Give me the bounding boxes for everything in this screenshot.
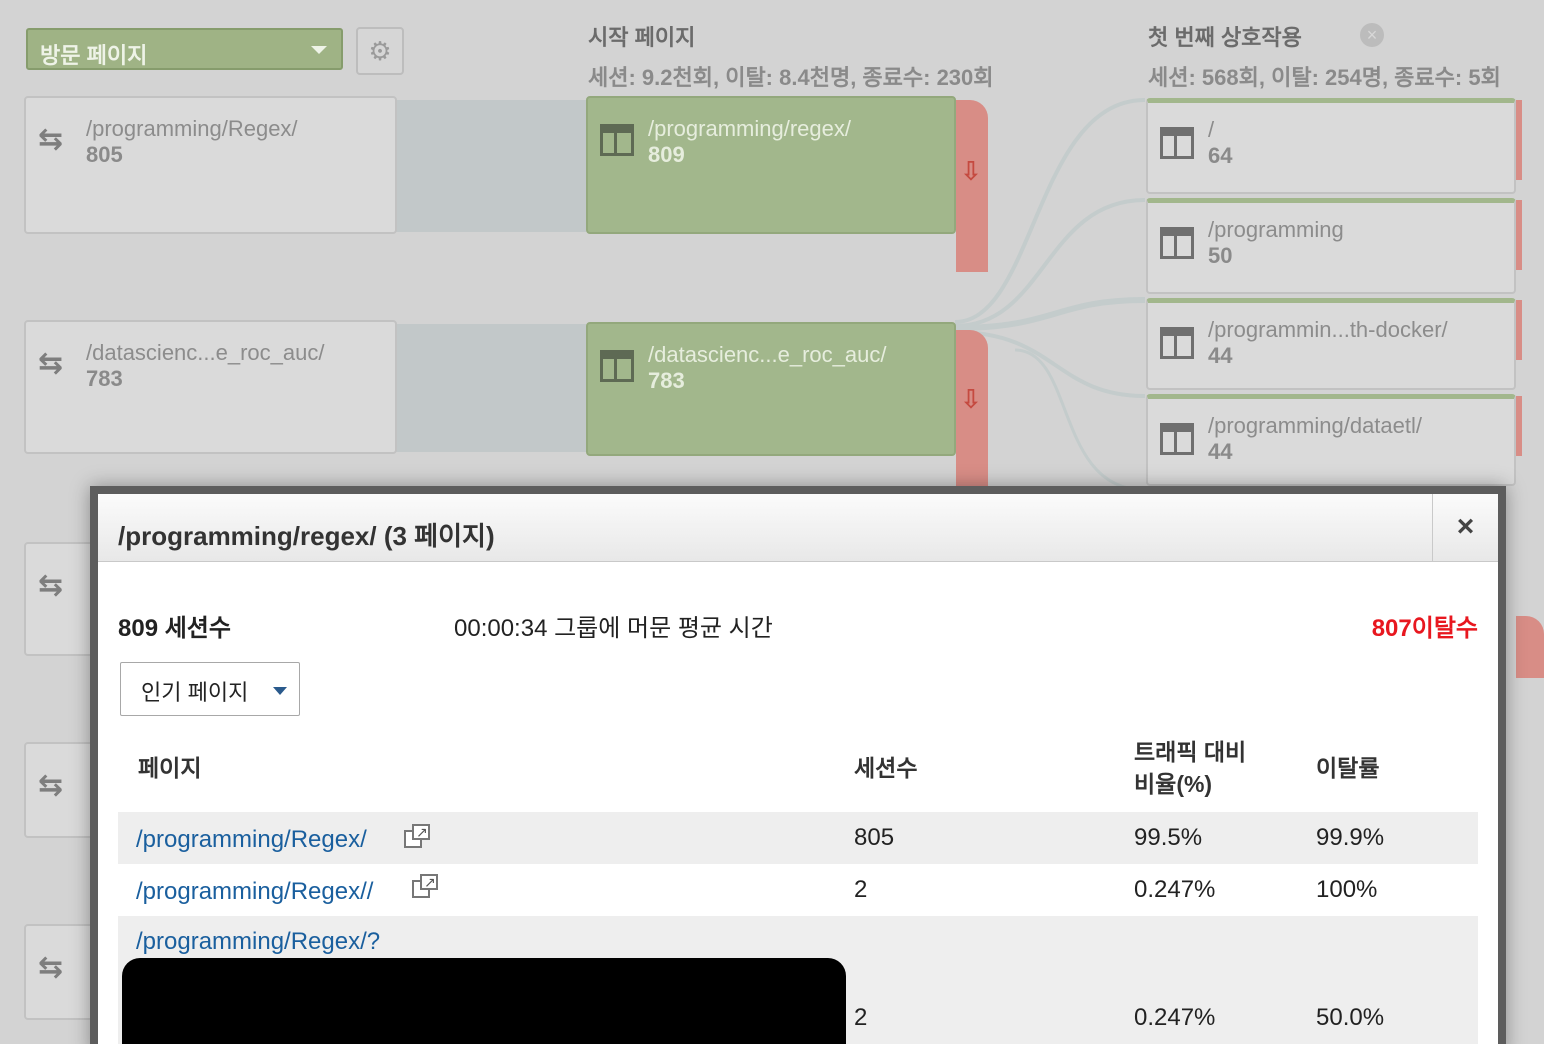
dropoff-arrow-icon: ⇩	[960, 384, 982, 414]
page-group-icon	[600, 124, 634, 156]
dimension-select[interactable]: 방문 페이지	[26, 28, 343, 70]
page-group-icon	[1160, 227, 1194, 259]
avg-time-stat: 00:00:34 그룹에 머문 평균 시간	[454, 615, 773, 642]
dropoff-bar[interactable]	[1516, 396, 1522, 456]
table-row: /programming/Regex/ ↗ 805 99.5% 99.9%	[118, 812, 1478, 864]
close-button[interactable]: ×	[1432, 494, 1498, 562]
shuffle-arrows-icon: ⇆	[38, 347, 64, 380]
close-icon: ×	[1456, 510, 1475, 543]
settings-button[interactable]: ⚙	[356, 27, 404, 75]
col-header-page[interactable]: 페이지	[138, 752, 201, 784]
page-group-icon	[600, 350, 634, 382]
node-value: 44	[1208, 343, 1233, 368]
exit-rate-value: 100%	[1316, 876, 1378, 903]
shuffle-arrows-icon: ⇆	[38, 951, 64, 984]
node-label: /programming/regex/	[648, 116, 851, 141]
start-page-node[interactable]: /datascienc...e_roc_auc/ 783	[586, 322, 956, 456]
page-link[interactable]: /programming/Regex/	[136, 826, 367, 854]
node-label: /programming/dataetl/	[1208, 413, 1422, 438]
node-value: 64	[1208, 143, 1233, 168]
node-label: /	[1208, 117, 1215, 142]
redaction-block	[122, 958, 846, 1044]
traffic-value: 99.5%	[1134, 824, 1203, 851]
node-value: 50	[1208, 243, 1233, 268]
node-value: 805	[86, 142, 123, 167]
column-subtitle: 세션: 9.2천회, 이탈: 8.4천명, 종료수: 230회	[588, 65, 994, 90]
column-title: 시작 페이지	[588, 25, 696, 50]
table-row: /programming/Regex// ↗ 2 0.247% 100%	[118, 864, 1478, 916]
col-header-traffic-line2: 비율(%)	[1134, 771, 1213, 797]
node-label: /programming/Regex/	[86, 116, 298, 141]
column-subtitle: 세션: 568회, 이탈: 254명, 종료수: 5회	[1148, 65, 1501, 90]
column-header-interaction: 첫 번째 상호작용 세션: 568회, 이탈: 254명, 종료수: 5회	[1148, 20, 1501, 92]
dimension-select-label: 방문 페이지	[40, 43, 148, 68]
shuffle-arrows-icon: ⇆	[38, 569, 64, 602]
column-title: 첫 번째 상호작용	[1148, 25, 1302, 50]
page-group-icon	[1160, 127, 1194, 159]
node-value: 783	[648, 368, 685, 393]
interaction-node[interactable]: / 64	[1146, 98, 1516, 194]
dropoff-bar[interactable]	[1516, 200, 1522, 270]
node-label: /programmin...th-docker/	[1208, 317, 1448, 342]
exit-rate-value: 50.0%	[1316, 1004, 1385, 1031]
interaction-node[interactable]: /programming/dataetl/ 44	[1146, 394, 1516, 486]
column-header-start: 시작 페이지 세션: 9.2천회, 이탈: 8.4천명, 종료수: 230회	[588, 20, 994, 92]
dropoff-bar[interactable]	[1516, 300, 1522, 360]
page-group-icon	[1160, 327, 1194, 359]
dropoff-bar[interactable]: ⇩	[956, 330, 988, 490]
connection-band[interactable]	[396, 324, 586, 452]
pages-dropdown[interactable]: 인기 페이지	[120, 662, 300, 716]
chevron-down-icon	[311, 46, 327, 54]
node-label: /programming	[1208, 217, 1344, 242]
dropoff-bar[interactable]	[1516, 100, 1522, 180]
sessions-value: 2	[854, 1004, 868, 1031]
col-header-traffic-line1: 트래픽 대비	[1134, 739, 1247, 765]
dropoff-bar[interactable]	[1516, 616, 1544, 678]
traffic-value: 0.247%	[1134, 876, 1216, 903]
dropoff-bar[interactable]: ⇩	[956, 100, 988, 272]
open-external-icon[interactable]: ↗	[412, 874, 438, 898]
dialog-title: /programming/regex/ (3 페이지)	[118, 521, 495, 551]
open-external-icon[interactable]: ↗	[404, 824, 430, 848]
dropoff-arrow-icon: ⇩	[960, 156, 982, 186]
landing-node[interactable]: ⇆ /programming/Regex/ 805	[24, 96, 397, 234]
gear-icon: ⚙	[368, 36, 392, 66]
chevron-down-icon	[273, 687, 287, 695]
node-value: 809	[648, 142, 685, 167]
node-value: 44	[1208, 439, 1233, 464]
page-link[interactable]: /programming/Regex/?	[136, 928, 380, 956]
interaction-node[interactable]: /programming 50	[1146, 198, 1516, 294]
page-link[interactable]: /programming/Regex//	[136, 878, 373, 906]
exits-stat: 807이탈수	[1371, 615, 1478, 642]
sessions-value: 2	[854, 876, 868, 903]
sessions-stat: 809 세션수	[118, 615, 231, 642]
node-label: /datascienc...e_roc_auc/	[648, 342, 887, 367]
node-label: /datascienc...e_roc_auc/	[86, 340, 325, 365]
pages-dropdown-label: 인기 페이지	[141, 680, 249, 705]
shuffle-arrows-icon: ⇆	[38, 769, 64, 802]
col-header-sessions[interactable]: 세션수	[854, 752, 917, 784]
sessions-value: 805	[854, 824, 895, 851]
col-header-exit-rate[interactable]: 이탈률	[1316, 752, 1379, 784]
page-group-icon	[1160, 423, 1194, 455]
exit-rate-value: 99.9%	[1316, 824, 1385, 851]
close-column-icon[interactable]: ×	[1360, 23, 1384, 47]
interaction-node[interactable]: /programmin...th-docker/ 44	[1146, 298, 1516, 390]
node-value: 783	[86, 366, 123, 391]
connection-band[interactable]	[396, 100, 586, 232]
start-page-node[interactable]: /programming/regex/ 809	[586, 96, 956, 234]
col-header-traffic[interactable]: 트래픽 대비 비율(%)	[1134, 736, 1246, 800]
traffic-value: 0.247%	[1134, 1004, 1216, 1031]
shuffle-arrows-icon: ⇆	[38, 123, 64, 156]
page-group-dialog: /programming/regex/ (3 페이지) × 809 세션수 00…	[90, 486, 1506, 1044]
landing-node[interactable]: ⇆ /datascienc...e_roc_auc/ 783	[24, 320, 397, 454]
dialog-header: /programming/regex/ (3 페이지) ×	[98, 494, 1498, 562]
